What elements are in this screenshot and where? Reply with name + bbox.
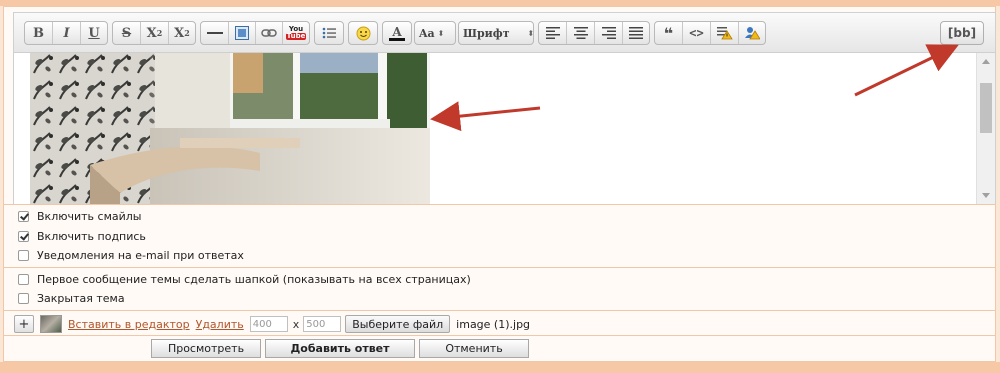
- arrow-to-image: [430, 101, 541, 132]
- annotation-arrows: [430, 44, 959, 132]
- arrow-to-bbcode: [854, 44, 959, 97]
